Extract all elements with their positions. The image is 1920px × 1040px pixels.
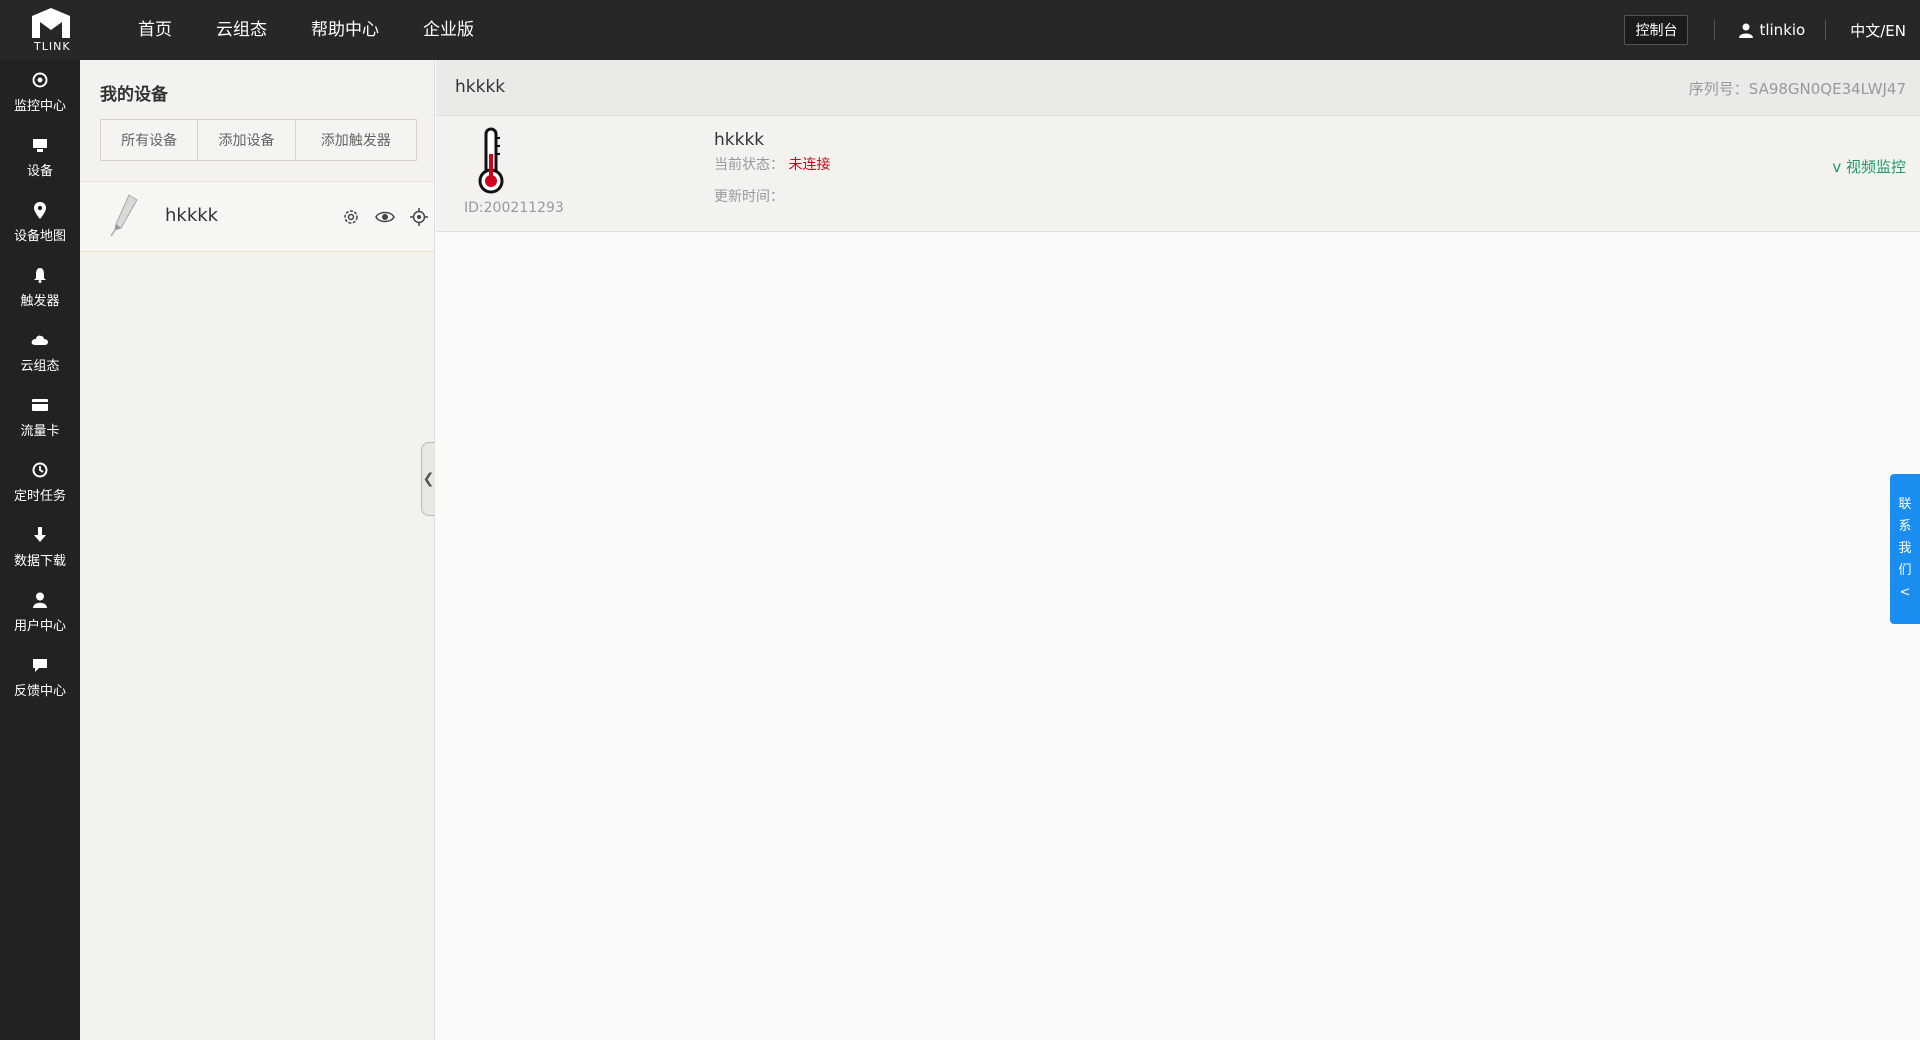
monitor-icon [31, 136, 49, 154]
divider [1714, 20, 1716, 40]
sidebar-item-label: 定时任务 [13, 489, 66, 504]
map-pin-icon [31, 201, 49, 219]
tab-add-trigger[interactable]: 添加触发器 [296, 120, 416, 160]
logo-icon [32, 8, 70, 38]
contact-char: 我 [1898, 541, 1912, 556]
device-panel-header: 我的设备 所有设备 添加设备 添加触发器 [80, 60, 434, 182]
page-title: 我的设备 [100, 85, 168, 105]
sidebar-item-data-download[interactable]: 数据下载 [0, 515, 80, 580]
sidebar-item-label: 用户中心 [13, 619, 66, 634]
sidebar-item-label: 监控中心 [13, 99, 66, 114]
nav-help-center[interactable]: 帮助中心 [289, 0, 401, 60]
user-icon [1739, 23, 1754, 38]
device-panel: 我的设备 所有设备 添加设备 添加触发器 hkkkk [80, 60, 435, 1040]
top-navbar: TLINK 首页 云组态 帮助中心 企业版 控制台 tlinkio 中文/EN [0, 0, 1920, 60]
sidebar-item-label: 反馈中心 [13, 684, 66, 699]
status-badge: 未连接 [788, 157, 831, 173]
main-nav: 首页 云组态 帮助中心 企业版 [112, 0, 496, 60]
device-header: hkkkk 序列号：SA98GN0QE34LWJ47 [436, 60, 1920, 116]
sidebar-item-monitor-center[interactable]: 监控中心 [0, 60, 80, 125]
thermometer-icon [476, 126, 504, 196]
sidebar-item-label: 设备地图 [13, 229, 66, 244]
nav-home[interactable]: 首页 [112, 0, 194, 60]
contact-char: 们 [1898, 563, 1912, 578]
sidebar-item-label: 设备 [26, 164, 53, 179]
tab-add-device[interactable]: 添加设备 [198, 120, 296, 160]
tlink-logo[interactable]: TLINK [28, 6, 74, 54]
contact-us-tab[interactable]: 联 系 我 们 < [1890, 474, 1920, 624]
card-icon [31, 396, 49, 414]
pen-icon [107, 192, 141, 240]
settings-icon[interactable] [341, 207, 361, 227]
logo-text: TLINK [34, 40, 71, 53]
sidebar-item-devices[interactable]: 设备 [0, 125, 80, 190]
nav-enterprise[interactable]: 企业版 [401, 0, 496, 60]
sidebar-item-feedback[interactable]: 反馈中心 [0, 645, 80, 710]
main-content: hkkkk 序列号：SA98GN0QE34LWJ47 ID:200211293 … [436, 60, 1920, 1040]
sidebar-item-scheduled-task[interactable]: 定时任务 [0, 450, 80, 515]
collapse-panel-handle[interactable]: ❮ [421, 442, 435, 516]
device-name: hkkkk [165, 205, 219, 226]
contact-char: 联 [1898, 497, 1912, 512]
cloud-icon [31, 331, 49, 349]
target-icon [31, 71, 49, 89]
sidebar-item-trigger[interactable]: 触发器 [0, 255, 80, 320]
contact-char: 系 [1898, 519, 1912, 534]
user-menu[interactable]: tlinkio [1721, 21, 1819, 39]
tab-all-devices[interactable]: 所有设备 [101, 120, 199, 160]
status-line: 当前状态： 未连接 [714, 154, 830, 174]
device-name: hkkkk [714, 130, 765, 150]
clock-icon [31, 461, 49, 479]
device-actions [327, 207, 429, 227]
username: tlinkio [1759, 21, 1806, 39]
sidebar-item-label: 数据下载 [13, 554, 66, 569]
language-switch[interactable]: 中文/EN [1832, 20, 1906, 41]
sidebar-item-user-center[interactable]: 用户中心 [0, 580, 80, 645]
bell-icon [31, 266, 49, 284]
console-button[interactable]: 控制台 [1624, 15, 1689, 45]
update-time-label: 更新时间： [714, 189, 784, 205]
device-tabs: 所有设备 添加设备 添加触发器 [100, 119, 417, 161]
sidebar-item-label: 云组态 [20, 359, 60, 374]
left-sidebar: 监控中心 设备 设备地图 触发器 云组态 流量卡 定时任务 数据下载 用户中心 … [0, 60, 80, 1040]
sidebar-item-data-card[interactable]: 流量卡 [0, 385, 80, 450]
chevron-left-icon: ❮ [422, 471, 435, 487]
serial-number: 序列号：SA98GN0QE34LWJ47 [1688, 80, 1906, 98]
eye-icon[interactable] [375, 207, 395, 227]
status-label: 当前状态： [714, 157, 784, 173]
device-id: ID:200211293 [464, 200, 564, 216]
divider [1825, 20, 1827, 40]
locate-icon[interactable] [409, 207, 429, 227]
video-monitor-link[interactable]: v 视频监控 [1832, 156, 1906, 177]
sidebar-item-label: 触发器 [20, 294, 60, 309]
device-list-item[interactable]: hkkkk [80, 182, 434, 252]
user-icon [31, 591, 49, 609]
chevron-left-icon: < [1899, 585, 1911, 600]
top-right-actions: 控制台 tlinkio 中文/EN [1624, 0, 1906, 60]
sidebar-item-device-map[interactable]: 设备地图 [0, 190, 80, 255]
nav-cloud-config[interactable]: 云组态 [194, 0, 289, 60]
sidebar-item-label: 流量卡 [20, 424, 60, 439]
sidebar-item-cloud-config[interactable]: 云组态 [0, 320, 80, 385]
device-detail: ID:200211293 hkkkk 当前状态： 未连接 更新时间： v 视频监… [436, 116, 1920, 232]
device-title: hkkkk [455, 77, 506, 97]
chat-icon [31, 656, 49, 674]
download-icon [31, 526, 49, 544]
